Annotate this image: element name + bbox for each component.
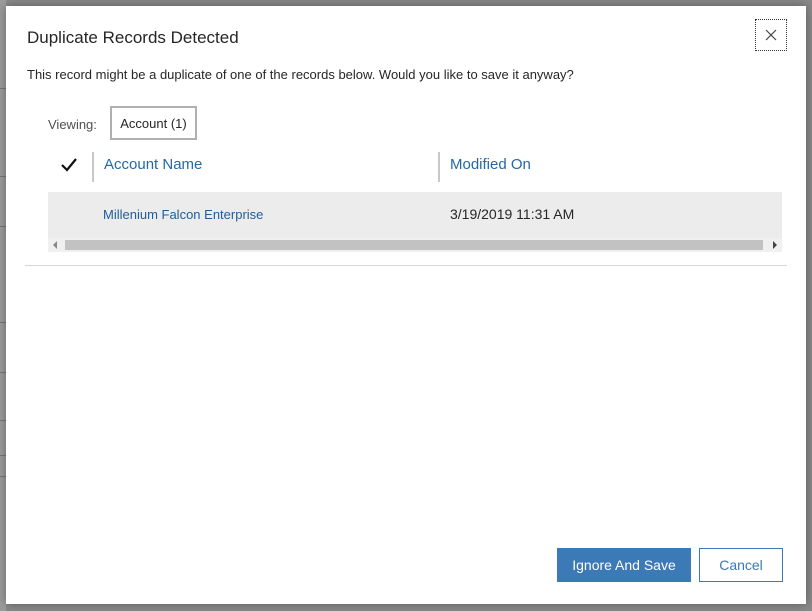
dialog-title: Duplicate Records Detected bbox=[27, 28, 239, 47]
close-icon bbox=[765, 29, 777, 41]
scroll-left-icon[interactable] bbox=[53, 241, 57, 249]
scroll-right-icon[interactable] bbox=[773, 241, 777, 249]
viewing-label: Viewing: bbox=[48, 117, 97, 132]
column-separator[interactable] bbox=[438, 152, 440, 182]
column-header-account-name[interactable]: Account Name bbox=[104, 156, 202, 173]
cancel-button[interactable]: Cancel bbox=[699, 548, 783, 582]
account-name-link[interactable]: Millenium Falcon Enterprise bbox=[103, 207, 263, 222]
duplicate-records-dialog: Duplicate Records Detected This record m… bbox=[6, 6, 806, 604]
checkmark-icon[interactable] bbox=[60, 156, 78, 174]
ignore-and-save-button[interactable]: Ignore And Save bbox=[557, 548, 691, 582]
grid-divider bbox=[25, 265, 787, 266]
scrollbar-thumb[interactable] bbox=[65, 240, 763, 250]
dialog-message: This record might be a duplicate of one … bbox=[27, 67, 574, 82]
table-row[interactable]: Millenium Falcon Enterprise 3/19/2019 11… bbox=[48, 192, 782, 238]
column-header-modified-on[interactable]: Modified On bbox=[450, 156, 531, 173]
grid-header: Account Name Modified On bbox=[48, 146, 782, 192]
modified-on-cell: 3/19/2019 11:31 AM bbox=[450, 206, 575, 222]
entity-selector[interactable]: Account (1) bbox=[110, 106, 197, 140]
column-separator[interactable] bbox=[92, 152, 94, 182]
horizontal-scrollbar[interactable] bbox=[48, 238, 782, 252]
duplicates-grid: Account Name Modified On Millenium Falco… bbox=[48, 146, 782, 252]
close-button[interactable] bbox=[755, 19, 787, 51]
